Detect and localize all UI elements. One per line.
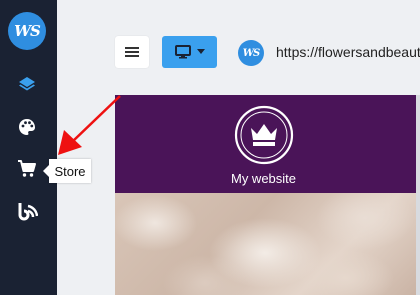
menu-button[interactable] [115, 36, 149, 68]
website-preview: My website [115, 95, 420, 295]
site-favicon-text: WS [242, 47, 260, 59]
blog-icon[interactable] [14, 199, 40, 225]
app-logo[interactable]: WS [8, 12, 46, 50]
site-url[interactable]: https://flowersandbeauty. [276, 44, 420, 60]
cart-icon[interactable] [14, 156, 40, 182]
annotation-arrow [58, 95, 121, 155]
hamburger-icon [125, 47, 139, 57]
device-selector-button[interactable] [162, 36, 217, 68]
layers-icon[interactable] [14, 71, 40, 97]
app-logo-text: WS [14, 22, 41, 40]
store-tooltip: Store [43, 159, 91, 183]
palette-icon[interactable] [14, 114, 40, 140]
hero-image [115, 193, 420, 295]
sidebar: WS [0, 0, 57, 295]
site-favicon: WS [238, 40, 264, 66]
desktop-icon [174, 45, 191, 59]
scroll-edge [416, 95, 420, 295]
site-header: My website [115, 95, 420, 193]
crown-logo-icon[interactable] [234, 105, 294, 165]
chevron-down-icon [196, 49, 205, 54]
site-title[interactable]: My website [115, 171, 412, 186]
tooltip-label: Store [54, 163, 86, 179]
